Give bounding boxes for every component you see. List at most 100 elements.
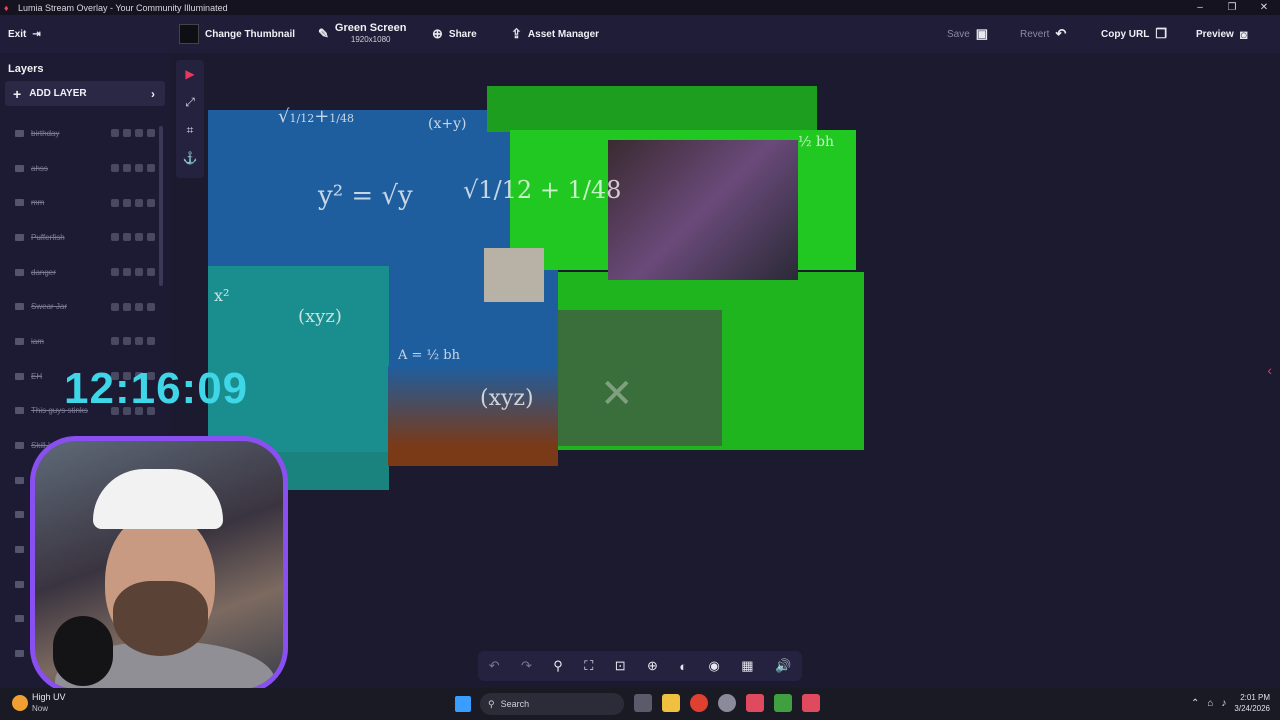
asset-manager-button[interactable]: ⇪ Asset Manager bbox=[511, 15, 599, 53]
duplicate-icon[interactable] bbox=[135, 198, 143, 207]
lock-icon[interactable] bbox=[123, 302, 131, 311]
duplicate-icon[interactable] bbox=[135, 129, 143, 138]
chevron-up-icon[interactable]: ⌃ bbox=[1191, 698, 1199, 709]
grid-icon[interactable]: ▦ bbox=[741, 658, 753, 674]
layer-name: birthday bbox=[31, 128, 60, 138]
image-layer-icon bbox=[15, 650, 24, 658]
fire-layer bbox=[388, 366, 558, 466]
visibility-icon[interactable] bbox=[111, 233, 119, 242]
layer-row[interactable]: danger bbox=[7, 255, 157, 290]
network-icon[interactable]: ⌂ bbox=[1207, 698, 1213, 709]
save-label: Save bbox=[947, 28, 970, 40]
trash-icon[interactable] bbox=[147, 268, 155, 277]
chrome-icon[interactable] bbox=[690, 694, 708, 712]
layer-row[interactable]: Pufferfish bbox=[7, 220, 157, 255]
app-icon[interactable] bbox=[718, 694, 736, 712]
revert-label: Revert bbox=[1020, 28, 1050, 40]
trash-icon[interactable] bbox=[147, 129, 155, 138]
lock-icon[interactable] bbox=[123, 268, 131, 277]
anchor-tool-icon[interactable]: ⚓ bbox=[183, 144, 198, 172]
fullscreen-icon[interactable]: ⊡ bbox=[615, 658, 626, 674]
layer-row[interactable]: mm bbox=[7, 185, 157, 220]
asset-manager-label: Asset Manager bbox=[527, 28, 600, 40]
overlay-canvas[interactable]: √1/12+1/48 (x+y) y² = √y √1/12 + 1/48 A … bbox=[208, 86, 868, 490]
duplicate-icon[interactable] bbox=[135, 164, 143, 173]
share-button[interactable]: ⊕ Share bbox=[432, 15, 477, 53]
duplicate-icon[interactable] bbox=[135, 268, 143, 277]
timer-display: 12:16:09 bbox=[64, 364, 249, 413]
maximize-button[interactable]: ❐ bbox=[1216, 0, 1248, 15]
chevron-left-icon[interactable]: ‹ bbox=[1267, 362, 1272, 378]
task-view-icon[interactable] bbox=[634, 694, 652, 712]
duplicate-icon[interactable] bbox=[135, 302, 143, 311]
visibility-icon[interactable] bbox=[111, 302, 119, 311]
chevron-right-icon: › bbox=[151, 86, 155, 101]
clock[interactable]: 2:01 PM 3/24/2026 bbox=[1234, 692, 1270, 714]
weather-widget[interactable]: High UV Now bbox=[12, 692, 66, 714]
taskbar-search[interactable]: ⚲ Search bbox=[480, 693, 624, 715]
visibility-icon[interactable] bbox=[111, 164, 119, 173]
resolution-label: 1920x1080 bbox=[350, 35, 391, 44]
taskbar-apps bbox=[634, 694, 820, 712]
trash-icon[interactable] bbox=[147, 164, 155, 173]
redo-icon[interactable]: ↷ bbox=[521, 658, 532, 674]
zoom-in-icon[interactable]: ⊕ bbox=[647, 658, 658, 674]
change-thumbnail-button[interactable]: Change Thumbnail bbox=[179, 15, 295, 53]
lock-icon[interactable] bbox=[123, 164, 131, 173]
layers-scrollbar[interactable] bbox=[159, 126, 163, 286]
copy-url-button[interactable]: Copy URL ❐ bbox=[1101, 15, 1167, 53]
minimize-button[interactable]: – bbox=[1184, 0, 1216, 15]
zoom-out-icon[interactable]: ⚲ bbox=[553, 658, 563, 674]
lumia-icon[interactable] bbox=[746, 694, 764, 712]
undo-icon[interactable]: ↶ bbox=[489, 658, 500, 674]
visibility-icon[interactable] bbox=[111, 337, 119, 346]
camera-icon[interactable]: ◉ bbox=[709, 658, 720, 674]
close-button[interactable]: ✕ bbox=[1248, 0, 1280, 15]
trash-icon[interactable] bbox=[147, 302, 155, 311]
layer-controls bbox=[111, 233, 155, 242]
add-layer-button[interactable]: + ADD LAYER › bbox=[5, 81, 165, 106]
visibility-icon[interactable] bbox=[111, 198, 119, 207]
preview-button[interactable]: Preview ◙ bbox=[1196, 15, 1248, 53]
contrast-icon[interactable]: ◐ bbox=[679, 659, 687, 674]
save-button[interactable]: Save ▣ bbox=[947, 15, 988, 53]
image-layer-icon bbox=[15, 164, 24, 172]
lock-icon[interactable] bbox=[123, 233, 131, 242]
layer-row[interactable]: ahss bbox=[7, 151, 157, 186]
layer-row[interactable]: birthday bbox=[7, 116, 157, 151]
lumia-active-icon[interactable] bbox=[802, 694, 820, 712]
exit-button[interactable]: Exit ⇥ bbox=[8, 15, 41, 53]
canvas-toolbar: ↶ ↷ ⚲ ⛶ ⊡ ⊕ ◐ ◉ ▦ 🔊 bbox=[478, 651, 802, 681]
green-screen-button[interactable]: ✎ Green Screen 1920x1080 bbox=[318, 15, 406, 53]
visibility-icon[interactable] bbox=[111, 129, 119, 138]
duplicate-icon[interactable] bbox=[135, 233, 143, 242]
trash-icon[interactable] bbox=[147, 198, 155, 207]
select-tool-icon[interactable]: ▶ bbox=[185, 60, 194, 88]
speaker-icon[interactable]: ♪ bbox=[1221, 698, 1226, 709]
fit-screen-icon[interactable]: ⛶ bbox=[584, 658, 593, 674]
trash-icon[interactable] bbox=[147, 337, 155, 346]
math-decoration: y² = √y bbox=[318, 181, 413, 211]
math-decoration: ½ bh bbox=[798, 134, 834, 150]
search-icon: ⚲ bbox=[488, 698, 495, 709]
layer-row[interactable]: iam bbox=[7, 324, 157, 359]
revert-button[interactable]: Revert ↶ bbox=[1020, 15, 1066, 53]
file-explorer-icon[interactable] bbox=[662, 694, 680, 712]
resize-tool-icon[interactable]: ⤢ bbox=[185, 88, 195, 116]
lock-icon[interactable] bbox=[123, 337, 131, 346]
visibility-icon[interactable] bbox=[111, 268, 119, 277]
green-screen-info: Green Screen 1920x1080 bbox=[335, 22, 407, 46]
lock-icon[interactable] bbox=[123, 198, 131, 207]
layer-controls bbox=[111, 302, 155, 311]
duplicate-icon[interactable] bbox=[135, 337, 143, 346]
windows-start-icon[interactable] bbox=[455, 696, 471, 712]
trash-icon[interactable] bbox=[147, 233, 155, 242]
lock-icon[interactable] bbox=[123, 129, 131, 138]
layer-row[interactable]: Swear Jar bbox=[7, 289, 157, 324]
crop-tool-icon[interactable]: ⌗ bbox=[187, 116, 194, 144]
app-icon[interactable] bbox=[774, 694, 792, 712]
sun-icon bbox=[12, 695, 28, 711]
image-layer-icon bbox=[15, 615, 24, 623]
volume-icon[interactable]: 🔊 bbox=[775, 658, 791, 674]
image-layer-icon bbox=[15, 372, 24, 380]
